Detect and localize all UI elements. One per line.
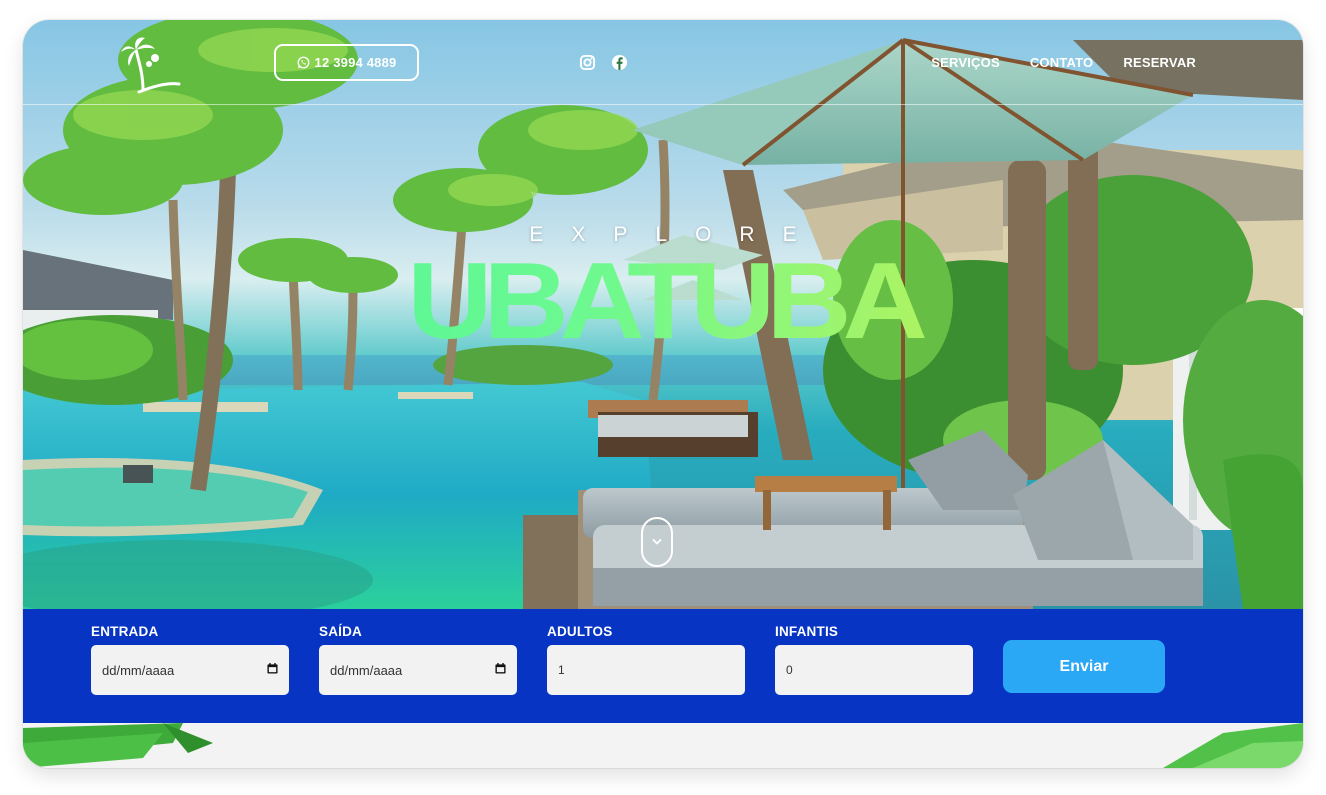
phone-number: 12 3994 4889 [314,55,397,70]
calendar-icon[interactable] [495,663,506,674]
checkin-field: ENTRADA dd/mm/aaaa [91,624,289,695]
checkout-field: SAÍDA dd/mm/aaaa [319,624,517,695]
calendar-icon[interactable] [267,663,278,674]
hero-title: UBATUBA [23,247,1303,356]
chevron-down-icon [652,539,662,545]
children-input[interactable]: 0 [775,645,973,695]
menu-item-servicos[interactable]: SERVIÇOS [931,55,1000,70]
social-links [579,54,628,71]
checkout-date-value: dd/mm/aaaa [330,662,403,678]
menu-item-reservar[interactable]: RESERVAR [1123,55,1196,70]
main-menu: SERVIÇOS CONTATO RESERVAR [931,55,1196,70]
scroll-down-button[interactable] [641,517,673,567]
checkout-date-input[interactable]: dd/mm/aaaa [319,645,517,695]
menu-item-contato[interactable]: CONTATO [1030,55,1094,70]
palm-logo-icon[interactable] [119,34,185,100]
checkout-label: SAÍDA [319,624,363,639]
palm-leaf-decoration [23,723,1303,768]
adults-value: 1 [558,663,565,677]
page: 12 3994 4889 SERVIÇOS CONTATO RESERVAR E… [0,0,1326,795]
adults-label: ADULTOS [547,624,613,639]
next-section-preview [23,723,1303,768]
booking-form: ENTRADA dd/mm/aaaa SAÍDA dd/mm/aaaa ADUL… [23,609,1303,723]
facebook-icon[interactable] [611,54,628,71]
adults-field: ADULTOS 1 [547,624,745,695]
instagram-icon[interactable] [579,54,596,71]
top-navigation: 12 3994 4889 SERVIÇOS CONTATO RESERVAR [23,20,1303,105]
children-field: INFANTIS 0 [775,624,973,695]
children-label: INFANTIS [775,624,839,639]
checkin-date-input[interactable]: dd/mm/aaaa [91,645,289,695]
browser-frame: 12 3994 4889 SERVIÇOS CONTATO RESERVAR E… [23,20,1303,768]
phone-button[interactable]: 12 3994 4889 [274,44,419,81]
whatsapp-icon [297,56,309,69]
children-value: 0 [786,663,793,677]
checkin-date-value: dd/mm/aaaa [102,662,175,678]
hero-section: 12 3994 4889 SERVIÇOS CONTATO RESERVAR E… [23,20,1303,609]
checkin-label: ENTRADA [91,624,159,639]
adults-input[interactable]: 1 [547,645,745,695]
submit-button[interactable]: Enviar [1003,640,1165,693]
